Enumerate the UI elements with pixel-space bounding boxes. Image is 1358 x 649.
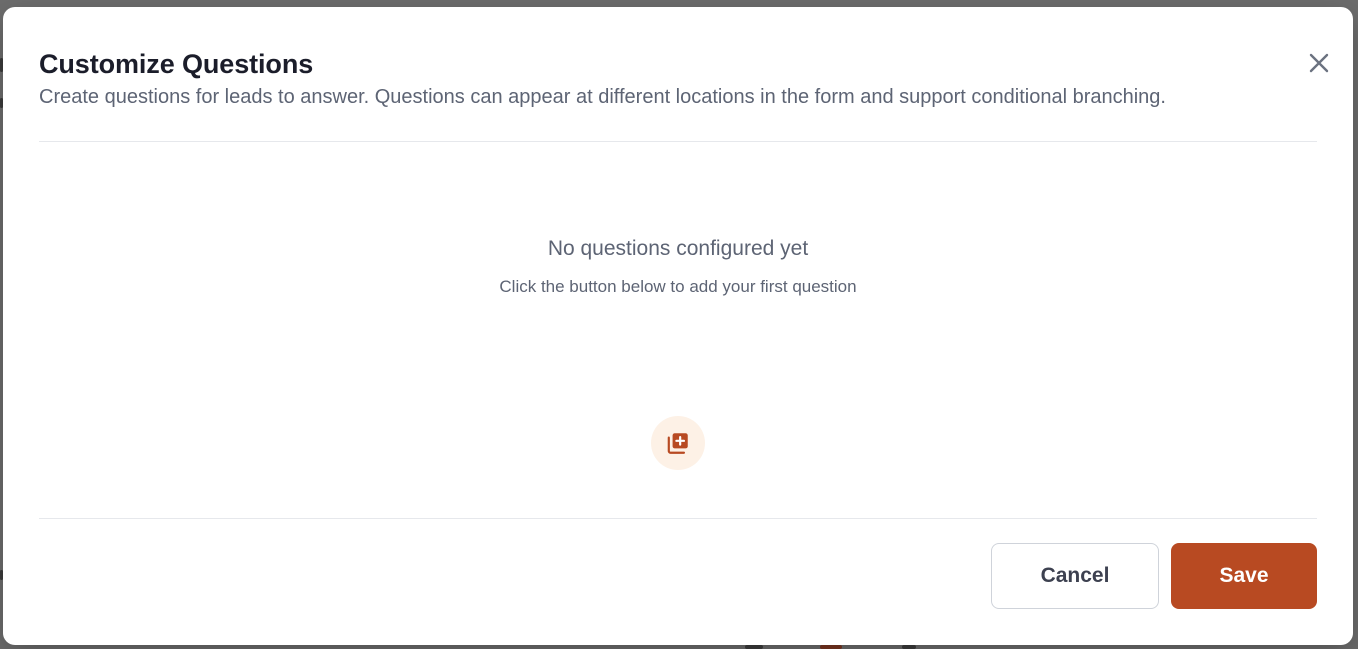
background-fragment — [902, 645, 916, 649]
close-button[interactable] — [1305, 49, 1333, 77]
empty-state-title: No questions configured yet — [547, 237, 809, 260]
dialog-header: Customize Questions Create questions for… — [39, 47, 1317, 110]
header-divider — [39, 141, 1317, 142]
close-icon — [1309, 53, 1329, 73]
empty-state-hint: Click the button below to add your first… — [499, 277, 857, 296]
cancel-button[interactable]: Cancel — [991, 543, 1159, 609]
empty-state: No questions configured yet Click the bu… — [3, 235, 1353, 298]
footer-divider — [39, 518, 1317, 519]
add-question-button[interactable] — [651, 416, 705, 470]
customize-questions-dialog: Customize Questions Create questions for… — [3, 7, 1353, 645]
add-question-icon — [667, 433, 688, 454]
background-fragment — [745, 645, 763, 649]
dialog-title: Customize Questions — [39, 49, 314, 79]
background-fragment — [820, 645, 842, 649]
save-button[interactable]: Save — [1171, 543, 1317, 609]
dialog-subtitle: Create questions for leads to answer. Qu… — [39, 86, 1166, 108]
